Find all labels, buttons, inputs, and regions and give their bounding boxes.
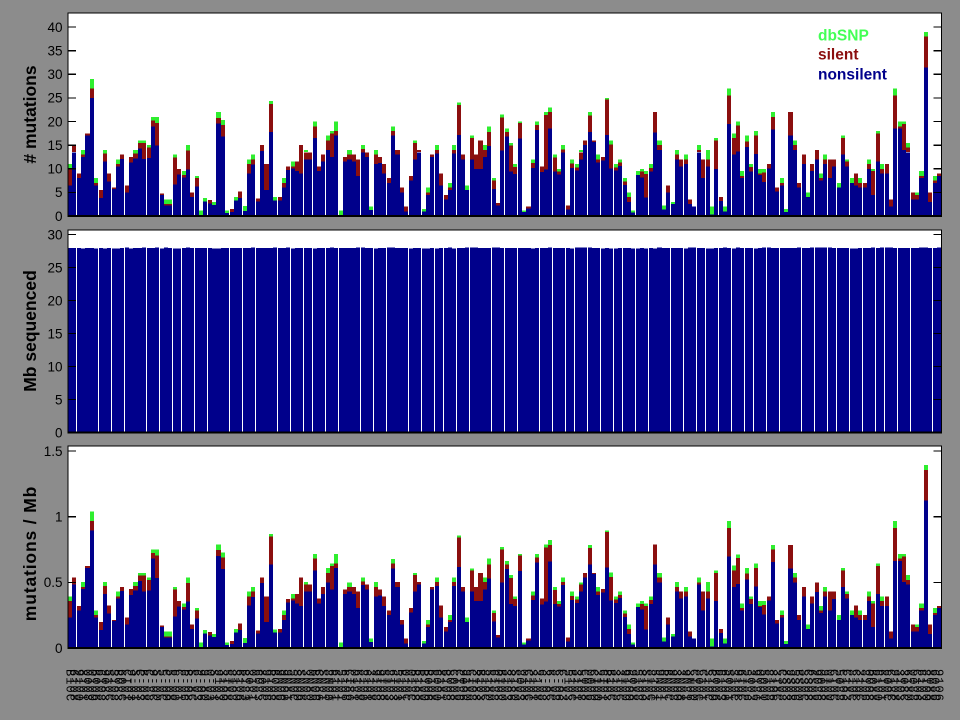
- svg-text:35: 35: [47, 44, 62, 59]
- svg-text:0.5: 0.5: [44, 575, 63, 590]
- svg-text:0: 0: [55, 641, 63, 656]
- svg-text:15: 15: [47, 138, 62, 153]
- svg-text:25: 25: [47, 260, 62, 275]
- svg-text:dbSNP: dbSNP: [818, 28, 869, 45]
- svg-text:5: 5: [55, 392, 63, 407]
- svg-text:nonsilent: nonsilent: [818, 67, 887, 84]
- svg-text:Mb sequenced: Mb sequenced: [20, 270, 40, 392]
- svg-text:silent: silent: [818, 47, 858, 64]
- svg-text:30: 30: [47, 67, 62, 82]
- svg-text:9106: 9106: [931, 669, 945, 702]
- svg-text:15: 15: [47, 326, 62, 341]
- svg-text:25: 25: [47, 91, 62, 106]
- svg-text:30: 30: [47, 227, 62, 242]
- svg-text:mutations / Mb: mutations / Mb: [20, 486, 40, 621]
- svg-text:1: 1: [55, 510, 63, 525]
- svg-text:10: 10: [47, 359, 62, 374]
- svg-text:# mutations: # mutations: [20, 65, 40, 163]
- svg-text:1.5: 1.5: [44, 444, 63, 459]
- svg-text:0: 0: [55, 209, 63, 224]
- svg-text:5: 5: [55, 185, 63, 200]
- svg-text:40: 40: [47, 20, 62, 35]
- svg-text:20: 20: [47, 114, 62, 129]
- svg-text:20: 20: [47, 293, 62, 308]
- svg-text:0: 0: [55, 425, 63, 440]
- svg-text:10: 10: [47, 162, 62, 177]
